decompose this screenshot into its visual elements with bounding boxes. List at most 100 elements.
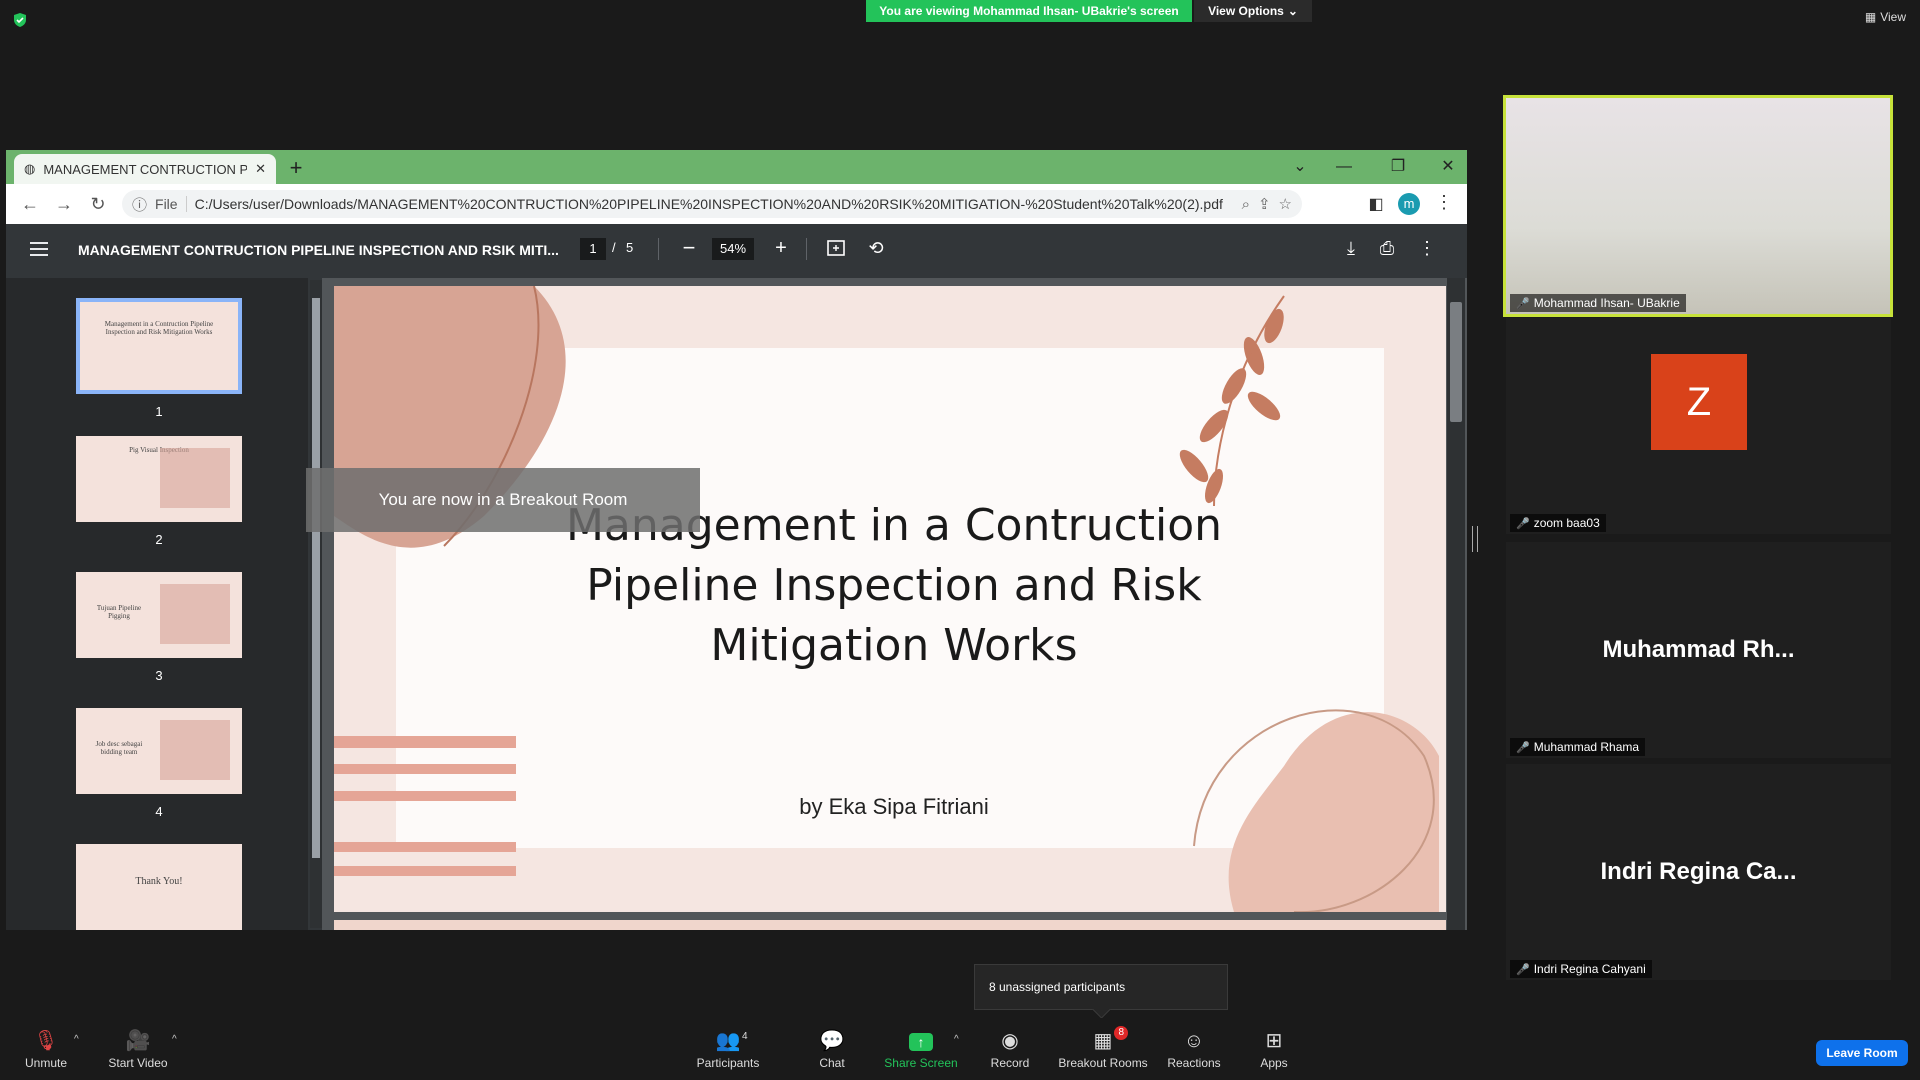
participant-tile[interactable]: Muhammad Rh... 🎤 Muhammad Rhama — [1506, 542, 1891, 758]
participant-tile[interactable]: Z 🎤 zoom baa03 — [1506, 318, 1891, 534]
close-tab-icon[interactable]: ✕ — [255, 161, 266, 177]
share-screen-button[interactable]: ↑ Share Screen — [884, 1028, 958, 1070]
hamburger-menu-icon[interactable] — [30, 242, 48, 256]
avatar: Z — [1651, 354, 1747, 450]
profile-avatar[interactable]: m — [1398, 193, 1420, 215]
chat-button[interactable]: 💬 Chat — [806, 1028, 858, 1070]
fit-page-icon[interactable] — [826, 238, 846, 258]
side-panel-icon[interactable]: ◧ — [1366, 194, 1386, 214]
mic-off-icon: 🎙 — [33, 1030, 59, 1052]
shield-icon[interactable] — [12, 12, 28, 28]
participant-name: Mohammad Ihsan- UBakrie — [1533, 296, 1680, 310]
restore-icon[interactable]: ❐ — [1386, 156, 1410, 178]
participant-tile[interactable]: Indri Regina Ca... 🎤 Indri Regina Cahyan… — [1506, 764, 1891, 980]
audio-options-chevron-icon[interactable]: ^ — [74, 1034, 79, 1045]
info-icon[interactable]: ⓘ — [132, 194, 147, 215]
slide-page: Management in a Contruction Pipeline Ins… — [334, 286, 1446, 912]
reactions-icon: ☺ — [1183, 1030, 1205, 1052]
thumbnail-number: 1 — [155, 404, 163, 419]
active-speaker-tile[interactable]: 🎤 Mohammad Ihsan- UBakrie — [1503, 95, 1893, 317]
zoom-in-icon[interactable]: + — [770, 236, 792, 260]
thumbnail-text: Management in a Contruction Pipeline Ins… — [104, 320, 214, 336]
divider — [658, 238, 659, 260]
unassigned-participants-popup[interactable]: 8 unassigned participants — [974, 964, 1228, 1010]
tab-title: MANAGEMENT CONTRUCTION P — [43, 161, 248, 177]
viewing-screen-banner: You are viewing Mohammad Ihsan- UBakrie'… — [866, 0, 1192, 22]
address-bar-row: ← → ↻ ⓘ File C:/Users/user/Downloads/MAN… — [6, 184, 1467, 224]
thumbnail-image: Job desc sebagai bidding team — [76, 708, 242, 794]
slide-author: by Eka Sipa Fitriani — [799, 794, 989, 819]
thumbnail-item[interactable]: Tujuan Pipeline Pigging 3 — [76, 572, 242, 683]
apps-button[interactable]: ⊞ Apps — [1252, 1028, 1296, 1070]
start-video-label: Start Video — [108, 1056, 168, 1070]
mic-muted-icon: 🎤 — [1516, 517, 1530, 530]
pdf-title: MANAGEMENT CONTRUCTION PIPELINE INSPECTI… — [78, 242, 559, 258]
breakout-rooms-label: Breakout Rooms — [1058, 1056, 1148, 1070]
browser-menu-icon[interactable]: ⋮ — [1434, 192, 1454, 216]
tab-search-icon[interactable]: ⌄ — [1288, 156, 1312, 178]
slide-title-line: Pipeline Inspection and Risk — [586, 560, 1202, 611]
record-button[interactable]: ◉ Record — [984, 1028, 1036, 1070]
thumbnail-image: Pig Visual Inspection — [76, 436, 242, 522]
unmute-label: Unmute — [24, 1056, 68, 1070]
thumbnail-image: Management in a Contruction Pipeline Ins… — [76, 298, 242, 394]
new-tab-icon[interactable]: + — [284, 156, 308, 180]
resize-handle[interactable] — [1472, 526, 1478, 552]
zoom-input[interactable]: 54% — [712, 238, 754, 260]
forward-icon[interactable]: → — [52, 192, 76, 216]
thumbnail-image: Thank You! — [76, 844, 242, 930]
page-total: 5 — [626, 240, 634, 255]
zoom-out-icon[interactable]: − — [678, 236, 700, 260]
print-icon[interactable]: ⎙ — [1376, 238, 1398, 260]
view-options-button[interactable]: View Options ⌄ — [1194, 0, 1312, 22]
globe-icon: ◍ — [24, 161, 36, 176]
thumbnail-item[interactable]: Thank You! — [76, 844, 242, 930]
breakout-rooms-badge: 8 — [1114, 1026, 1128, 1040]
pdf-more-icon[interactable]: ⋮ — [1418, 238, 1436, 260]
back-icon[interactable]: ← — [18, 192, 42, 216]
chat-icon: 💬 — [819, 1030, 845, 1052]
tab-strip: ◍ MANAGEMENT CONTRUCTION P ✕ + ⌄ — ❐ ✕ — [6, 150, 1467, 184]
zoom-lens-icon[interactable]: ⌕ — [1242, 196, 1250, 213]
thumbnail-text: Thank You! — [135, 876, 183, 887]
thumbnail-item[interactable]: Pig Visual Inspection 2 — [76, 436, 242, 547]
rotate-icon[interactable]: ⟲ — [866, 238, 886, 258]
next-page-edge — [334, 920, 1446, 930]
view-options-label: View Options — [1208, 4, 1284, 18]
share-icon[interactable]: ⇪ — [1258, 195, 1271, 213]
share-options-chevron-icon[interactable]: ^ — [954, 1034, 959, 1045]
leave-room-button[interactable]: Leave Room — [1816, 1040, 1908, 1066]
view-button[interactable]: ▦ View — [1865, 10, 1906, 24]
close-window-icon[interactable]: ✕ — [1436, 156, 1460, 178]
viewer-scroll-thumb[interactable] — [1450, 302, 1462, 422]
view-label: View — [1880, 10, 1906, 24]
participant-name-tag: 🎤 zoom baa03 — [1510, 514, 1606, 532]
share-screen-label: Share Screen — [884, 1056, 958, 1070]
breakout-rooms-button[interactable]: ▦ 8 Breakout Rooms — [1056, 1026, 1150, 1070]
reload-icon[interactable]: ↻ — [86, 192, 110, 216]
thumbnail-item[interactable]: Management in a Contruction Pipeline Ins… — [76, 298, 242, 419]
start-video-button[interactable]: 🎥 Start Video — [106, 1028, 170, 1070]
chevron-down-icon: ⌄ — [1287, 4, 1298, 18]
participants-button[interactable]: 👥 4 Participants — [692, 1028, 764, 1070]
browser-tab[interactable]: ◍ MANAGEMENT CONTRUCTION P ✕ — [14, 154, 276, 184]
unmute-button[interactable]: 🎙 Unmute — [20, 1028, 72, 1070]
video-options-chevron-icon[interactable]: ^ — [172, 1034, 177, 1045]
thumbnail-shape — [160, 720, 230, 780]
minimize-icon[interactable]: — — [1332, 156, 1356, 178]
download-icon[interactable]: ⤓ — [1340, 238, 1362, 260]
thumbnail-item[interactable]: Job desc sebagai bidding team 4 — [76, 708, 242, 819]
thumbnail-sidebar: Management in a Contruction Pipeline Ins… — [6, 278, 308, 930]
mic-muted-icon: 🎤 — [1516, 297, 1530, 310]
mic-muted-icon: 🎤 — [1516, 741, 1530, 754]
page-number-input[interactable]: 1 — [580, 238, 606, 260]
participant-name: Muhammad Rhama — [1533, 740, 1640, 754]
address-bar[interactable]: ⓘ File C:/Users/user/Downloads/MANAGEMEN… — [122, 190, 1302, 218]
bookmark-star-icon[interactable]: ☆ — [1279, 195, 1292, 213]
divider — [806, 238, 807, 260]
participant-display-name: Indri Regina Ca... — [1600, 858, 1797, 885]
reactions-button[interactable]: ☺ Reactions — [1164, 1028, 1224, 1070]
sidebar-scroll-thumb[interactable] — [312, 298, 320, 858]
thumbnail-number: 4 — [155, 804, 163, 819]
breakout-room-toast: You are now in a Breakout Room — [306, 468, 700, 532]
